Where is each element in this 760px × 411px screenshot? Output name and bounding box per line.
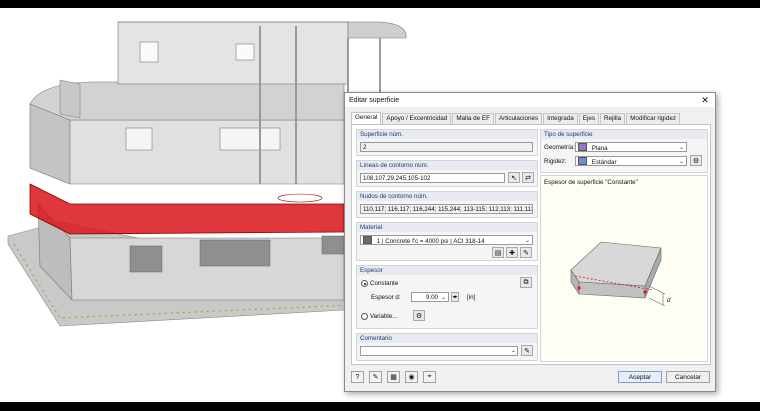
view-icon[interactable]: ◉ — [405, 371, 418, 383]
new-material-icon[interactable]: ✚ — [506, 247, 518, 258]
stiffness-settings-icon[interactable]: ⚙ — [690, 155, 702, 166]
geometry-select[interactable]: Plana ⌄ — [575, 142, 687, 152]
tab-modify-stiffness[interactable]: Modificar rigidez — [626, 113, 680, 124]
dialog-title: Editar superficie — [349, 96, 400, 104]
select-icon[interactable]: ⌖ — [423, 371, 436, 383]
material-number: 1 — [376, 238, 381, 245]
geometry-value: Plana — [591, 145, 608, 152]
comment-header: Comentario — [357, 334, 537, 343]
chevron-down-icon[interactable]: ⌄ — [679, 157, 684, 165]
geometry-label: Geometría: — [544, 144, 575, 151]
constant-label: Constante — [370, 280, 399, 287]
thickness-header: Espesor — [357, 266, 537, 275]
comment-group: Comentario ⌄ ✎ — [356, 333, 538, 361]
tab-grid[interactable]: Rejilla — [599, 113, 626, 124]
material-library-icon[interactable]: ▤ — [492, 247, 504, 258]
geometry-color-swatch — [578, 143, 587, 151]
preview-caption: Espesor de superficie "Constante" — [544, 179, 638, 186]
stiffness-color-swatch — [578, 157, 587, 165]
surface-no-field[interactable]: 2 — [360, 142, 533, 152]
selected-slab — [29, 183, 345, 235]
material-group: Material 1 | Concrete f'c = 4000 psi | A… — [356, 222, 538, 261]
close-icon[interactable]: ✕ — [699, 95, 711, 106]
thickness-table-icon[interactable]: ⧉ — [520, 277, 532, 288]
material-color-swatch — [363, 236, 372, 244]
tab-axes[interactable]: Ejes — [578, 113, 599, 124]
tab-general[interactable]: General — [351, 112, 382, 124]
thickness-input[interactable]: 9.00 ⌄ — [411, 292, 449, 302]
viewport-3d[interactable]: Editar superficie ✕ General Apoyo / Exce… — [0, 8, 760, 402]
material-standard: ACI 318-14 — [453, 238, 485, 245]
surface-type-group: Tipo de superficie Geometría: Plana ⌄ Ri… — [540, 129, 708, 173]
material-select[interactable]: 1 | Concrete f'c = 4000 psi | ACI 318-14… — [360, 235, 533, 245]
preview-area: Espesor de superficie "Constante" d — [540, 175, 708, 362]
constant-radio[interactable] — [361, 280, 368, 287]
thickness-group: Espesor Constante ⧉ Espesor d: 9.00 ⌄ ◂▸… — [356, 265, 538, 329]
boundary-nodes-field[interactable]: 110,117; 116,117; 116,244; 115,244; 113-… — [360, 204, 533, 214]
edit-icon[interactable]: ✎ — [369, 371, 382, 383]
stiffness-select[interactable]: Estándar ⌄ — [575, 156, 687, 166]
pick-lines-icon[interactable]: ↖ — [508, 172, 520, 183]
chevron-down-icon[interactable]: ⌄ — [679, 143, 684, 151]
table-icon[interactable]: ▦ — [387, 371, 400, 383]
variable-label: Variable... — [370, 313, 398, 320]
tab-support-eccentricity[interactable]: Apoyo / Excentricidad — [382, 113, 452, 124]
boundary-nodes-header: Nudos de contorno núm. — [357, 192, 537, 201]
boundary-lines-field[interactable]: 108,107,29,245,105-102 — [360, 173, 505, 183]
tab-bar: General Apoyo / Excentricidad Malla de E… — [351, 112, 681, 124]
thickness-value: 9.00 — [425, 294, 438, 301]
general-panel: Superficie núm. 2 Líneas de contorno núm… — [351, 124, 711, 365]
chevron-down-icon[interactable]: ⌄ — [525, 236, 530, 244]
tab-fe-mesh[interactable]: Malla de EF — [452, 113, 494, 124]
thickness-spinner[interactable]: ◂▸ — [451, 292, 459, 302]
dimension-label: d — [667, 297, 671, 304]
boundary-lines-group: Líneas de contorno núm. 108,107,29,245,1… — [356, 160, 538, 187]
dialog-titlebar: Editar superficie ✕ — [345, 93, 715, 107]
chevron-down-icon[interactable]: ⌄ — [441, 293, 446, 301]
comment-input[interactable] — [360, 346, 518, 356]
surface-type-header: Tipo de superficie — [541, 130, 707, 139]
cancel-button[interactable]: Cancelar — [666, 371, 710, 383]
edit-material-icon[interactable]: ✎ — [520, 247, 532, 258]
material-name: Concrete f'c = 4000 psi — [385, 238, 449, 245]
stiffness-label: Rigidez: — [544, 158, 567, 165]
tab-integrated[interactable]: Integrada — [543, 113, 578, 124]
edit-surface-dialog: Editar superficie ✕ General Apoyo / Exce… — [344, 92, 716, 392]
stiffness-value: Estándar — [591, 159, 617, 166]
tab-hinges[interactable]: Articulaciones — [494, 113, 543, 124]
surface-no-group: Superficie núm. 2 — [356, 129, 538, 156]
ok-button[interactable]: Aceptar — [618, 371, 662, 383]
material-header: Material — [357, 223, 537, 232]
reverse-lines-icon[interactable]: ⇄ — [522, 172, 534, 183]
thickness-preview-image — [570, 241, 666, 307]
boundary-lines-header: Líneas de contorno núm. — [357, 161, 537, 170]
thickness-d-label: Espesor d: — [371, 294, 401, 301]
thickness-unit: [in] — [467, 294, 476, 301]
help-icon[interactable]: ? — [351, 371, 364, 383]
variable-settings-icon[interactable]: ⚙ — [413, 310, 425, 321]
variable-radio[interactable] — [361, 313, 368, 320]
comment-pick-icon[interactable]: ✎ — [521, 345, 533, 356]
chevron-down-icon[interactable]: ⌄ — [511, 347, 516, 354]
surface-no-header: Superficie núm. — [357, 130, 537, 139]
boundary-nodes-group: Nudos de contorno núm. 110,117; 116,117;… — [356, 191, 538, 218]
